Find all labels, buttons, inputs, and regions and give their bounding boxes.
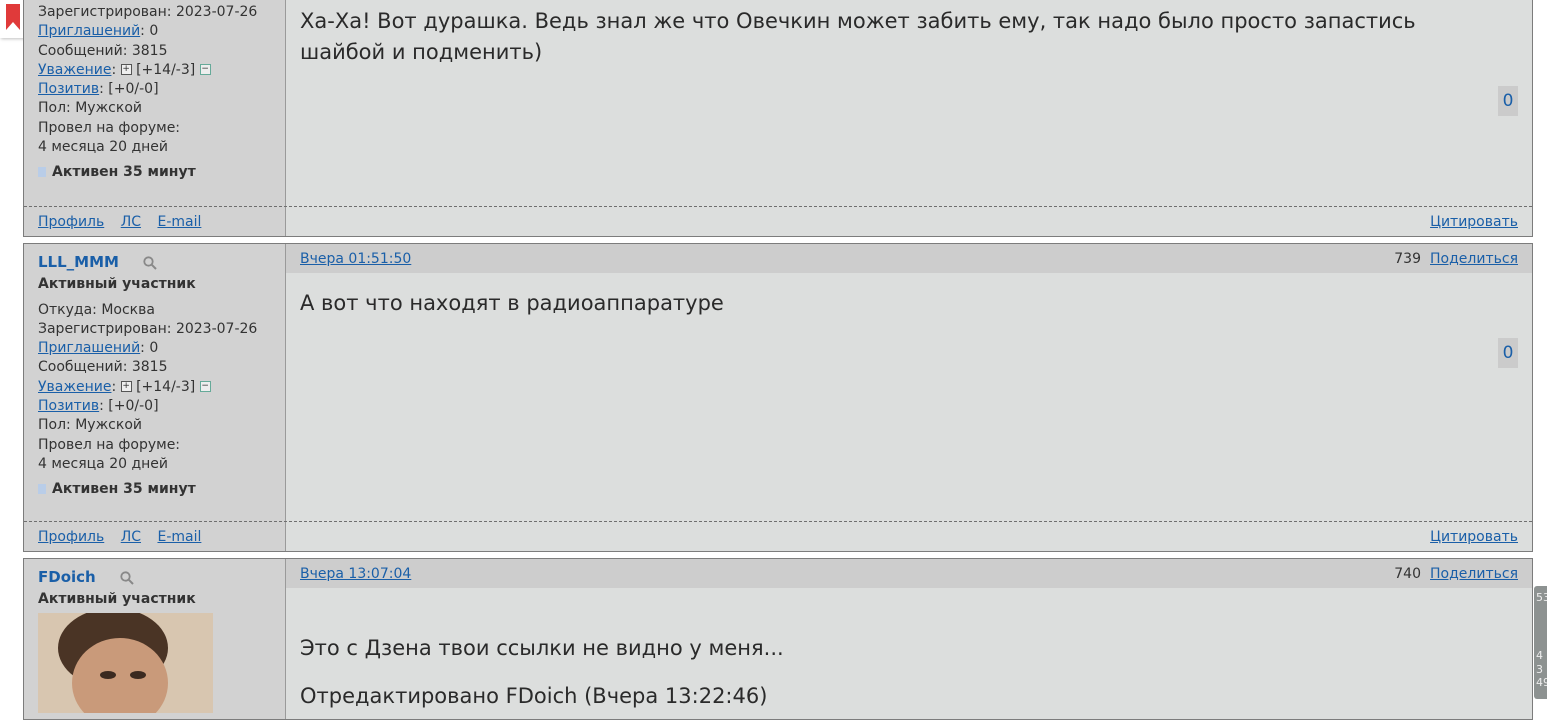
search-icon[interactable] xyxy=(120,571,134,585)
forum-post: Зарегистрирован: 2023-07-26 Приглашений:… xyxy=(23,0,1533,237)
post-footer: Профиль ЛС E-mail Цитировать xyxy=(24,206,1532,236)
invites-link[interactable]: Приглашений xyxy=(38,23,140,39)
respect-plus-icon[interactable]: + xyxy=(120,64,132,76)
author-time-label: Провел на форуме: xyxy=(38,436,181,453)
post-text: А вот что находят в радиоаппаратуре xyxy=(300,291,724,315)
post-text: Это с Дзена твои ссылки не видно у меня.… xyxy=(300,636,784,660)
author-registered: Зарегистрирован: 2023-07-26 xyxy=(38,320,258,337)
respect-link[interactable]: Уважение xyxy=(38,379,111,395)
forum-post: LLL_MMM Активный участник Откуда: Москва… xyxy=(23,243,1533,552)
respect-plus-icon[interactable]: + xyxy=(120,381,132,393)
profile-link[interactable]: Профиль xyxy=(38,214,104,230)
profile-link[interactable]: Профиль xyxy=(38,529,104,545)
invites-link[interactable]: Приглашений xyxy=(38,340,140,356)
post-rating[interactable]: 0 xyxy=(1498,86,1518,116)
author-invites: Приглашений: 0 xyxy=(38,23,159,40)
author-invites: Приглашений: 0 xyxy=(38,340,159,357)
quote-link[interactable]: Цитировать xyxy=(1430,529,1518,545)
pm-link[interactable]: ЛС xyxy=(121,529,141,545)
search-icon[interactable] xyxy=(143,256,157,270)
share-link[interactable]: Поделиться xyxy=(1430,566,1518,582)
author-respect: Уважение: + [+14/-3] − xyxy=(38,378,211,395)
author-rank: Активный участник xyxy=(38,276,196,293)
author-time-label: Провел на форуме: xyxy=(38,119,181,136)
active-indicator-icon xyxy=(38,167,46,178)
email-link[interactable]: E-mail xyxy=(157,529,201,545)
author-active-status: Активен 35 минут xyxy=(38,480,257,499)
positive-link[interactable]: Позитив xyxy=(38,398,99,414)
post-number: 740 xyxy=(1394,566,1421,582)
post-body: Ха-Ха! Вот дурашка. Ведь знал же что Ове… xyxy=(286,0,1532,236)
author-rank: Активный участник xyxy=(38,591,196,608)
pm-link[interactable]: ЛС xyxy=(121,214,141,230)
active-indicator-icon xyxy=(38,484,46,495)
post-date-link[interactable]: Вчера 13:07:04 xyxy=(300,566,411,582)
post-number: 739 xyxy=(1394,251,1421,267)
author-name-link[interactable]: FDoich xyxy=(38,568,96,586)
author-name-link[interactable]: LLL_MMM xyxy=(38,253,119,271)
author-time-value: 4 месяца 20 дней xyxy=(38,455,169,472)
post-body: Вчера 13:07:04 740 Поделиться Это с Дзен… xyxy=(286,559,1532,719)
post-text: Ха-Ха! Вот дурашка. Ведь знал же что Ове… xyxy=(300,9,1416,64)
post-author-panel: FDoich Активный участник xyxy=(24,559,286,719)
author-gender: Пол: Мужской xyxy=(38,100,143,117)
side-scroll-widget[interactable]: 53 4 3 49 xyxy=(1534,586,1547,699)
author-positive: Позитив: [+0/-0] xyxy=(38,81,159,98)
widget-line: 4 xyxy=(1536,649,1543,662)
post-footer: Профиль ЛС E-mail Цитировать xyxy=(24,521,1532,551)
post-date-link[interactable]: Вчера 01:51:50 xyxy=(300,251,411,267)
avatar-photo xyxy=(38,613,213,713)
quote-link[interactable]: Цитировать xyxy=(1430,214,1518,230)
post-rating[interactable]: 0 xyxy=(1498,338,1518,368)
author-registered: Зарегистрирован: 2023-07-26 xyxy=(38,4,258,20)
respect-minus-icon[interactable]: − xyxy=(199,64,211,76)
author-positive: Позитив: [+0/-0] xyxy=(38,398,159,415)
forum-post: FDoich Активный участник Вчера 13:07:04 … xyxy=(23,558,1533,720)
author-gender: Пол: Мужской xyxy=(38,417,143,434)
post-header: Вчера 01:51:50 739 Поделиться xyxy=(286,244,1532,273)
email-link[interactable]: E-mail xyxy=(157,214,201,230)
widget-line: 3 xyxy=(1536,663,1543,676)
post-header: Вчера 13:07:04 740 Поделиться xyxy=(286,559,1532,588)
bookmark-icon xyxy=(6,4,20,30)
share-link[interactable]: Поделиться xyxy=(1430,251,1518,267)
post-edited-note: Отредактировано FDoich (Вчера 13:22:46) xyxy=(300,684,768,708)
author-time-value: 4 месяца 20 дней xyxy=(38,139,169,156)
respect-link[interactable]: Уважение xyxy=(38,62,111,78)
author-messages: Сообщений: 3815 xyxy=(38,359,168,376)
post-author-panel: Зарегистрирован: 2023-07-26 Приглашений:… xyxy=(24,0,286,236)
post-author-panel: LLL_MMM Активный участник Откуда: Москва… xyxy=(24,244,286,551)
author-messages: Сообщений: 3815 xyxy=(38,42,168,59)
respect-minus-icon[interactable]: − xyxy=(199,381,211,393)
widget-line: 53 xyxy=(1536,591,1547,604)
author-location: Откуда: Москва xyxy=(38,301,155,318)
positive-link[interactable]: Позитив xyxy=(38,81,99,97)
author-respect: Уважение: + [+14/-3] − xyxy=(38,61,211,78)
avatar xyxy=(38,613,213,713)
post-body: Вчера 01:51:50 739 Поделиться А вот что … xyxy=(286,244,1532,551)
author-active-status: Активен 35 минут xyxy=(38,163,257,182)
widget-line: 49 xyxy=(1536,676,1547,689)
